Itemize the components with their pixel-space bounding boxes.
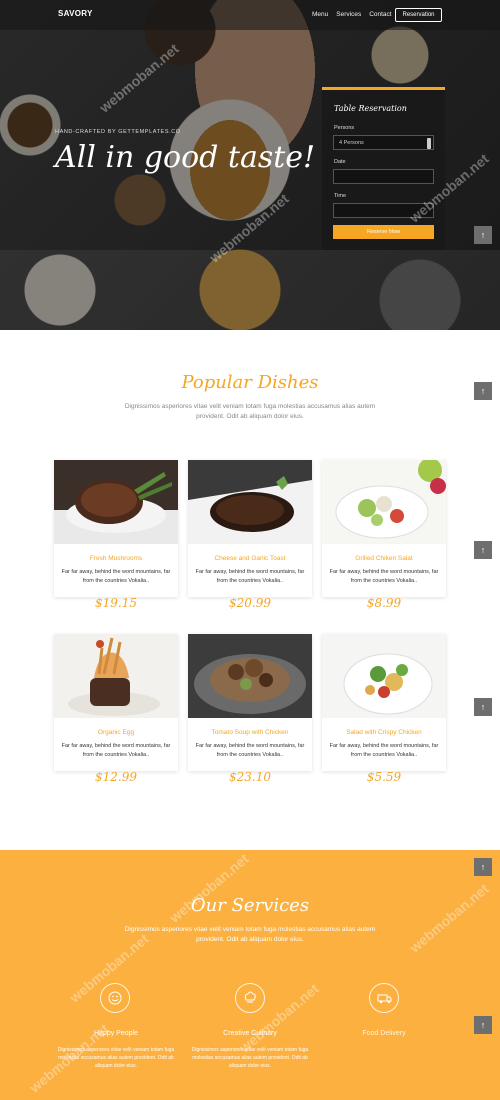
dish-card[interactable]: Organic Egg Far far away, behind the wor…	[54, 634, 178, 784]
dish-description: Far far away, behind the word mountains,…	[61, 743, 171, 758]
select-scrollbar[interactable]	[427, 138, 431, 149]
dish-photo-soup	[188, 634, 312, 718]
dish-name[interactable]: Organic Egg	[54, 729, 178, 736]
hero-credit: HAND-CRAFTED BY GETTEMPLATES.CO	[55, 129, 181, 135]
services-section: Our Services Dignissimos asperiores vita…	[0, 850, 500, 1100]
top-navbar: SAVORY Menu Services Contact Reservation	[0, 0, 500, 30]
date-input[interactable]	[333, 169, 434, 184]
dish-photo-egg	[54, 634, 178, 718]
back-to-top-button[interactable]: ↑	[474, 382, 492, 400]
arrow-up-icon: ↑	[480, 386, 486, 396]
dish-description: Far far away, behind the word mountains,…	[195, 569, 305, 584]
dish-price: $5.59	[366, 770, 402, 784]
date-label: Date	[334, 159, 346, 165]
nav-link-services[interactable]: Services	[336, 11, 361, 18]
back-to-top-button[interactable]: ↑	[474, 1016, 492, 1034]
reservation-form: Table Reservation Persons 4 Persons Date…	[322, 87, 445, 250]
dish-price: $19.15	[95, 596, 137, 610]
dish-card[interactable]: Salad with Crispy Chicken Far far away, …	[322, 634, 446, 784]
dish-description: Far far away, behind the word mountains,…	[329, 569, 439, 584]
site-logo[interactable]: SAVORY	[58, 9, 93, 18]
watermark-text: webmoban.net	[406, 880, 492, 956]
back-to-top-button[interactable]: ↑	[474, 698, 492, 716]
dish-price: $12.99	[95, 770, 137, 784]
service-name: Food Delivery	[362, 1030, 406, 1037]
persons-select[interactable]: 4 Persons	[333, 135, 434, 150]
dish-price: $8.99	[366, 596, 402, 610]
nav-links: Menu Services Contact	[312, 11, 392, 18]
persons-label: Persons	[334, 125, 355, 131]
nav-link-contact[interactable]: Contact	[369, 11, 391, 18]
hero-section: SAVORY Menu Services Contact Reservation…	[0, 0, 500, 330]
hero-tagline: All in good taste!	[55, 140, 316, 175]
dishes-subtitle: Dignissimos asperiores vitae velit venia…	[124, 403, 376, 420]
nav-link-menu[interactable]: Menu	[312, 11, 328, 18]
dish-name[interactable]: Fresh Mushrooms	[54, 555, 178, 562]
back-to-top-button[interactable]: ↑	[474, 858, 492, 876]
dishes-title: Popular Dishes	[181, 372, 319, 393]
dish-name[interactable]: Salad with Crispy Chicken	[322, 729, 446, 736]
dish-description: Far far away, behind the word mountains,…	[329, 743, 439, 758]
dish-name[interactable]: Cheese and Garlic Toast	[188, 555, 312, 562]
dish-price: $20.99	[229, 596, 271, 610]
dish-name[interactable]: Tomato Soup with Chicken	[188, 729, 312, 736]
services-subtitle: Dignissimos asperiores vitae velit venia…	[124, 926, 376, 943]
dish-card[interactable]: Grilled Chiken Salat Far far away, behin…	[322, 460, 446, 610]
dish-description: Far far away, behind the word mountains,…	[195, 743, 305, 758]
smiley-icon	[100, 983, 130, 1013]
back-to-top-button[interactable]: ↑	[474, 541, 492, 559]
dish-photo-toast	[188, 460, 312, 544]
dish-card[interactable]: Fresh Mushrooms Far far away, behind the…	[54, 460, 178, 610]
dish-photo-pasta-salad	[322, 634, 446, 718]
arrow-up-icon: ↑	[480, 230, 486, 240]
dish-photo-salad	[322, 460, 446, 544]
arrow-up-icon: ↑	[480, 1020, 486, 1030]
reserve-now-button[interactable]: Reserve Now	[333, 225, 434, 239]
dish-description: Far far away, behind the word mountains,…	[61, 569, 171, 584]
reservation-title: Table Reservation	[334, 104, 407, 113]
dish-card[interactable]: Cheese and Garlic Toast Far far away, be…	[188, 460, 312, 610]
dish-photo-steak	[54, 460, 178, 544]
reservation-nav-button[interactable]: Reservation	[395, 8, 442, 22]
service-name: Happy People	[94, 1030, 138, 1037]
dish-price: $23.10	[229, 770, 271, 784]
services-title: Our Services	[190, 895, 310, 916]
arrow-up-icon: ↑	[480, 862, 486, 872]
arrow-up-icon: ↑	[480, 545, 486, 555]
time-label: Time	[334, 193, 347, 199]
back-to-top-button[interactable]: ↑	[474, 226, 492, 244]
dish-card[interactable]: Tomato Soup with Chicken Far far away, b…	[188, 634, 312, 784]
delivery-truck-icon	[369, 983, 399, 1013]
persons-select-value: 4 Persons	[339, 140, 364, 146]
arrow-up-icon: ↑	[480, 702, 486, 712]
dish-name[interactable]: Grilled Chiken Salat	[322, 555, 446, 562]
chef-hat-icon	[235, 983, 265, 1013]
